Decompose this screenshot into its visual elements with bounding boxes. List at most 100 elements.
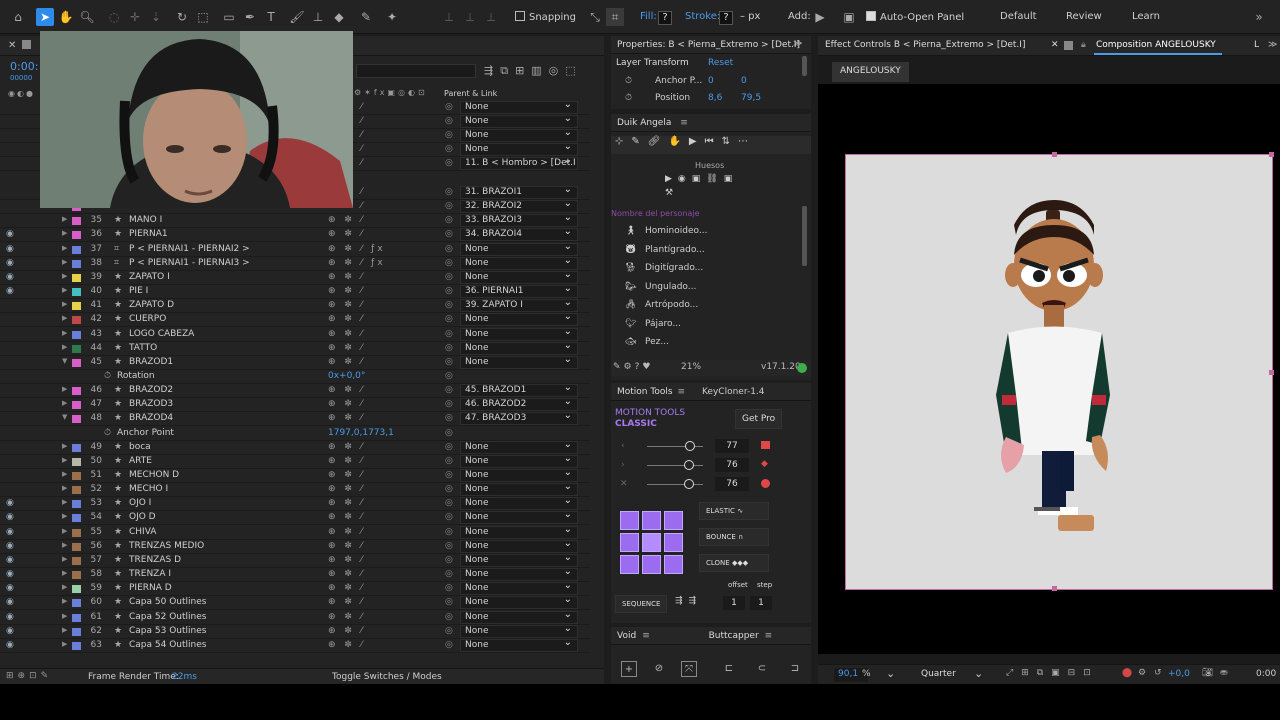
close-icon[interactable]: ✕ <box>1051 40 1059 50</box>
layer-switches[interactable]: ⊕ ✼ ⁄ <box>328 541 365 551</box>
layer-switches[interactable]: ⊕ ✼ ⁄ <box>328 385 365 395</box>
pan-behind-icon[interactable]: ⬚ <box>194 8 212 26</box>
layer-row[interactable]: ▶ 51 ★ MECHON D ⊕ ✼ ⁄ ◎ None <box>0 467 590 483</box>
stroke-label[interactable]: Stroke: <box>685 11 720 22</box>
visibility-eye-icon[interactable]: ◉ <box>6 583 14 593</box>
character-name-input[interactable]: Nombre del personaje <box>611 209 700 218</box>
layer-label-color[interactable] <box>72 302 81 311</box>
parent-dropdown[interactable]: 31. BRAZOI1 <box>460 184 578 199</box>
menu-icon[interactable]: ≡ <box>765 631 773 641</box>
pick-whip-icon[interactable]: ◎ <box>445 215 453 225</box>
type-tool-icon[interactable]: T <box>262 8 280 26</box>
stopwatch-icon[interactable]: ⏱ <box>625 93 632 103</box>
clone-stamp-icon[interactable]: ⊥ <box>309 8 327 26</box>
layer-name[interactable]: OJO I <box>129 498 151 508</box>
layer-switches[interactable]: ⊕ ✼ ⁄ <box>328 512 365 522</box>
chevron-down-icon[interactable]: ⌄ <box>886 667 895 680</box>
position-y[interactable]: 79,5 <box>741 93 761 103</box>
layer-switches[interactable]: ⊕ ✼ ⁄ <box>328 357 365 367</box>
expand-closed-icon[interactable]: ▶ <box>62 541 67 549</box>
parent-dropdown[interactable]: None <box>460 354 578 369</box>
layer-name[interactable]: BRAZOD1 <box>129 357 173 367</box>
auto-open-toggle[interactable]: Auto-Open Panel <box>866 11 964 23</box>
ease-icon[interactable]: ◆ <box>761 459 768 469</box>
toggle-switches-modes[interactable]: Toggle Switches / Modes <box>332 672 442 682</box>
selection-tool-icon[interactable]: ➤ <box>36 8 54 26</box>
pick-whip-icon[interactable]: ◎ <box>445 229 453 239</box>
exposure-value[interactable]: +0,0 <box>1168 669 1190 679</box>
reset-button[interactable]: Reset <box>708 58 733 68</box>
layer-switches[interactable]: ⊕ ✼ ⁄ <box>328 583 365 593</box>
layer-row[interactable]: ▶ 41 ★ ZAPATO D ⊕ ✼ ⁄ ◎ 39. ZAPATO I <box>0 297 590 314</box>
layer-switches[interactable]: ⊕ ✼ ⁄ ƒx <box>328 258 386 268</box>
pick-whip-icon[interactable]: ◎ <box>445 144 453 154</box>
show-snapshot-icon[interactable]: ⛂ <box>1220 668 1228 678</box>
snapping-checkbox[interactable] <box>515 11 525 21</box>
layer-name[interactable]: ZAPATO I <box>129 272 170 282</box>
layer-label-color[interactable] <box>72 316 81 325</box>
layer-switches[interactable]: ⊕ ✼ ⁄ <box>328 399 365 409</box>
cap-square-icon[interactable]: ⊐ <box>787 661 803 677</box>
chevron-down-icon[interactable]: ⌄ <box>974 667 983 680</box>
menu-icon[interactable]: ≡ <box>680 118 688 128</box>
parent-dropdown[interactable]: None <box>460 340 578 355</box>
layer-name[interactable]: BRAZOD3 <box>129 399 173 409</box>
layer-name[interactable]: CUERPO <box>129 314 166 324</box>
parent-dropdown[interactable]: 45. BRAZOD1 <box>460 382 578 398</box>
layer-row[interactable]: ▶ 47 ★ BRAZOD3 ⊕ ✼ ⁄ ◎ 46. BRAZOD2 <box>0 396 590 413</box>
armature-item[interactable]: 🐎︎ Ungulado... <box>625 282 795 298</box>
armature-item[interactable]: 🚶︎ Hominoideo... <box>625 226 795 242</box>
value-box-3[interactable]: 76 <box>715 477 749 491</box>
layer-switches[interactable]: ⊕ ✼ ⁄ <box>328 484 365 494</box>
pick-whip-icon[interactable]: ◎ <box>445 201 453 211</box>
bone-tools-row[interactable]: ▶◉▣⛓▣ <box>665 174 738 184</box>
pick-whip-icon[interactable]: ◎ <box>445 272 453 282</box>
viewer-timecode[interactable]: 0:00 <box>1256 669 1276 679</box>
void-rotate-icon[interactable]: ⊘ <box>651 661 667 677</box>
expand-open-icon[interactable]: ▼ <box>62 413 67 421</box>
layer-label-color[interactable] <box>72 486 81 495</box>
layer-label-color[interactable] <box>72 344 81 353</box>
pick-whip-icon[interactable]: ◎ <box>445 583 453 593</box>
void-scale-icon[interactable]: ⤧ <box>681 661 697 677</box>
mask-icon[interactable]: ▣ <box>840 8 858 26</box>
layer-switches[interactable]: ⊕ ✼ ⁄ ƒx <box>328 244 386 254</box>
sequence-order-icons[interactable]: ⇶⇶ <box>675 596 702 606</box>
bounce-button[interactable]: BOUNCE ∩ <box>699 528 769 546</box>
snap-options-icon[interactable]: ⤡ <box>586 8 604 26</box>
layer-label-color[interactable] <box>72 571 81 580</box>
comp-canvas[interactable] <box>845 152 1274 591</box>
workspace-learn[interactable]: Learn <box>1132 11 1160 22</box>
anchor-cell[interactable] <box>620 511 639 530</box>
value-box-2[interactable]: 76 <box>715 458 749 472</box>
pick-whip-icon[interactable]: ◎ <box>445 512 453 522</box>
pick-whip-icon[interactable]: ◎ <box>445 158 453 168</box>
visibility-eye-icon[interactable]: ◉ <box>6 512 14 522</box>
parent-dropdown[interactable]: 39. ZAPATO I <box>460 297 578 313</box>
layer-switches[interactable]: ⊕ ✼ ⁄ <box>328 314 365 324</box>
layer-switches[interactable]: ⊕ ✼ ⁄ <box>328 569 365 579</box>
slider-2[interactable] <box>647 460 703 470</box>
stroke-swatch[interactable]: ? <box>719 9 733 25</box>
visibility-eye-icon[interactable]: ◉ <box>6 555 14 565</box>
layer-label-color[interactable] <box>72 613 81 622</box>
snapshot-icon[interactable]: 📷︎ <box>1202 668 1213 678</box>
armature-item[interactable]: 🐕︎ Digitígrado... <box>625 263 795 279</box>
parent-dropdown[interactable]: None <box>460 241 578 256</box>
layer-row[interactable]: ▼ 45 ★ BRAZOD1 ⊕ ✼ ⁄ ◎ None <box>0 354 590 370</box>
scrollbar[interactable] <box>802 206 807 266</box>
layer-name[interactable]: Capa 54 Outlines <box>129 640 206 650</box>
tab-layer[interactable]: L <box>1254 40 1259 50</box>
close-icon[interactable]: ✕ <box>8 40 16 51</box>
pick-whip-icon[interactable]: ◎ <box>445 286 453 296</box>
layer-row[interactable]: ▶ 42 ★ CUERPO ⊕ ✼ ⁄ ◎ None <box>0 311 590 328</box>
anchor-cell[interactable] <box>642 555 661 574</box>
expand-closed-icon[interactable]: ▶ <box>62 597 67 605</box>
pick-whip-icon[interactable]: ◎ <box>445 116 453 126</box>
world-axis-icon[interactable]: ⟂ <box>482 8 500 26</box>
layer-row[interactable]: ▶ 44 ★ TATTO ⊕ ✼ ⁄ ◎ None <box>0 340 590 356</box>
pick-whip-icon[interactable]: ◎ <box>445 357 453 367</box>
layer-row[interactable]: ▶ 52 ★ MECHO I ⊕ ✼ ⁄ ◎ None <box>0 481 590 498</box>
expand-closed-icon[interactable]: ▶ <box>62 470 67 478</box>
visibility-eye-icon[interactable]: ◉ <box>6 640 14 650</box>
